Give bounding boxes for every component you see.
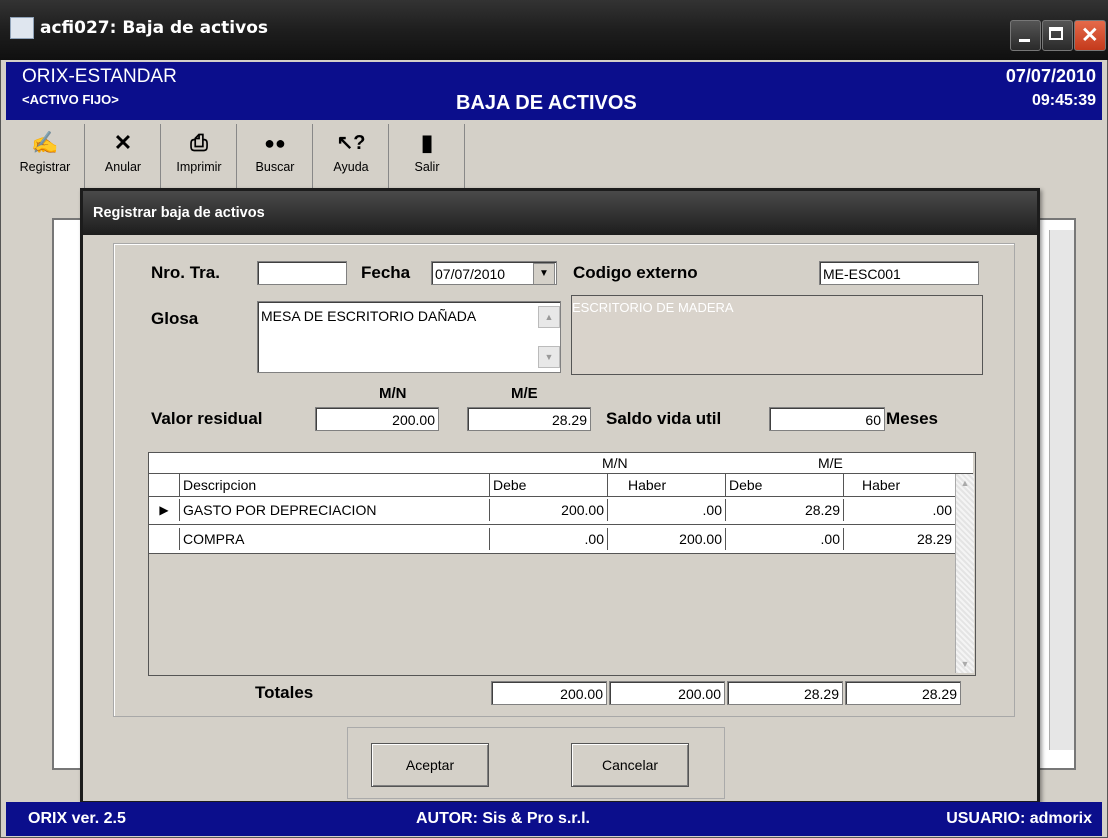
x-icon: ✕ <box>113 130 133 155</box>
author-text: AUTOR: Sis & Pro s.r.l. <box>416 810 590 827</box>
column-header-me-debe[interactable]: Debe <box>725 474 843 496</box>
header-time: 09:45:39 <box>1031 92 1096 109</box>
module-name: <ACTIVO FIJO> <box>22 92 119 107</box>
help-icon: ↖? <box>336 132 366 154</box>
group-header-mn: M/N <box>602 455 628 471</box>
toolbar-button-imprimir[interactable]: ⎙ Imprimir <box>162 124 237 188</box>
column-header-me-haber[interactable]: Haber <box>843 474 955 496</box>
asset-description: ESCRITORIO DE MADERA <box>572 300 734 315</box>
cell-mn-haber[interactable]: 200.00 <box>607 528 725 550</box>
asset-description-box: ESCRITORIO DE MADERA <box>571 295 983 375</box>
scroll-down-icon[interactable]: ▼ <box>538 346 560 368</box>
toolbar-label: Registrar <box>19 160 71 174</box>
close-button[interactable]: ✕ <box>1074 20 1106 51</box>
row-selector-arrow-icon: ▶ <box>159 503 169 517</box>
cell-me-debe[interactable]: 28.29 <box>725 499 843 521</box>
totales-label: Totales <box>255 683 314 702</box>
cell-mn-haber[interactable]: .00 <box>607 499 725 521</box>
dialog-title: Registrar baja de activos <box>93 205 265 221</box>
toolbar-button-buscar[interactable]: ●● Buscar <box>238 124 313 188</box>
toolbar-button-anular[interactable]: ✕ Anular <box>86 124 161 188</box>
maximize-button[interactable] <box>1042 20 1073 51</box>
user-text: USUARIO: admorix <box>946 810 1092 827</box>
valor-residual-label: Valor residual <box>151 409 263 428</box>
valor-residual-mn-field[interactable]: 200.00 <box>315 407 439 431</box>
column-header-descripcion[interactable]: Descripcion <box>179 474 489 496</box>
aceptar-button[interactable]: Aceptar <box>371 743 489 787</box>
cell-me-debe[interactable]: .00 <box>725 528 843 550</box>
glosa-label: Glosa <box>151 309 199 328</box>
nro-tra-field[interactable] <box>257 261 347 285</box>
glosa-textarea[interactable]: MESA DE ESCRITORIO DAÑADA ▲ ▼ <box>257 301 561 373</box>
toolbar-label: Imprimir <box>176 160 222 174</box>
toolbar-button-ayuda[interactable]: ↖? Ayuda <box>314 124 389 188</box>
fecha-dropdown[interactable]: 07/07/2010 ▼ <box>431 261 557 285</box>
minimize-button[interactable] <box>1010 20 1041 51</box>
header-date: 07/07/2010 <box>1005 66 1096 86</box>
dialog-titlebar[interactable]: Registrar baja de activos <box>83 191 1037 235</box>
glosa-scrollbar[interactable]: ▲ ▼ <box>538 306 560 368</box>
toolbar-label: Anular <box>104 160 142 174</box>
status-bar: ORIX ver. 2.5 AUTOR: Sis & Pro s.r.l. US… <box>6 802 1102 836</box>
codigo-externo-field[interactable]: ME-ESC001 <box>819 261 979 285</box>
app-name: ORIX-ESTANDAR <box>22 66 177 87</box>
glosa-value: MESA DE ESCRITORIO DAÑADA <box>261 308 477 324</box>
cell-me-haber[interactable]: 28.29 <box>843 528 955 550</box>
toolbar-button-registrar[interactable]: ✍ Registrar <box>6 124 85 188</box>
meses-label: Meses <box>886 409 938 428</box>
total-me-haber: 28.29 <box>845 681 961 705</box>
total-mn-haber: 200.00 <box>609 681 725 705</box>
binoculars-icon: ●● <box>264 133 286 153</box>
toolbar-label: Ayuda <box>333 160 369 174</box>
saldo-vida-util-field[interactable]: 60 <box>769 407 885 431</box>
valor-residual-me-field[interactable]: 28.29 <box>467 407 591 431</box>
toolbar-button-salir[interactable]: ▮ Salir <box>390 124 465 188</box>
toolbar-label: Salir <box>414 160 440 174</box>
version-text: ORIX ver. 2.5 <box>28 810 126 827</box>
toolbar-label: Buscar <box>255 160 295 174</box>
background-list-scrollbar[interactable] <box>1049 230 1074 750</box>
pen-icon: ✍ <box>31 130 59 155</box>
window-titlebar[interactable]: acfi027: Baja de activos ✕ <box>0 0 1108 60</box>
app-icon <box>10 17 34 39</box>
cell-descripcion[interactable]: GASTO POR DEPRECIACION <box>179 499 489 521</box>
exit-door-icon: ▮ <box>420 130 434 155</box>
scroll-up-icon[interactable]: ▲ <box>956 474 974 492</box>
cancelar-button[interactable]: Cancelar <box>571 743 689 787</box>
cell-mn-debe[interactable]: 200.00 <box>489 499 607 521</box>
grid-group-header-row <box>149 453 973 474</box>
total-me-debe: 28.29 <box>727 681 843 705</box>
column-header-mn-haber[interactable]: Haber <box>607 474 725 496</box>
close-icon: ✕ <box>1081 24 1099 47</box>
scroll-down-icon[interactable]: ▼ <box>956 655 974 673</box>
codigo-externo-label: Codigo externo <box>573 263 698 282</box>
accounting-grid: M/N M/E Descripcion Debe Haber Debe Habe… <box>148 452 976 676</box>
fecha-label: Fecha <box>361 263 411 282</box>
minimize-icon <box>1019 39 1030 42</box>
scroll-up-icon[interactable]: ▲ <box>538 306 560 328</box>
total-mn-debe: 200.00 <box>491 681 607 705</box>
saldo-vida-util-label: Saldo vida util <box>606 409 722 428</box>
cell-me-haber[interactable]: .00 <box>843 499 955 521</box>
mn-header-label: M/N <box>379 385 407 402</box>
column-header-mn-debe[interactable]: Debe <box>489 474 607 496</box>
chevron-down-icon[interactable]: ▼ <box>533 263 555 284</box>
group-header-me: M/E <box>818 455 843 471</box>
window-title: acfi027: Baja de activos <box>40 18 268 38</box>
cell-mn-debe[interactable]: .00 <box>489 528 607 550</box>
me-header-label: M/E <box>511 385 538 402</box>
cell-descripcion[interactable]: COMPRA <box>179 528 489 550</box>
app-header: ORIX-ESTANDAR <ACTIVO FIJO> BAJA DE ACTI… <box>6 62 1102 120</box>
grid-scrollbar[interactable]: ▲ ▼ <box>955 474 974 673</box>
nro-tra-label: Nro. Tra. <box>151 263 220 282</box>
maximize-icon <box>1049 27 1063 40</box>
screen-title: BAJA DE ACTIVOS <box>456 92 637 114</box>
printer-icon: ⎙ <box>190 130 208 155</box>
table-row[interactable]: ▶ GASTO POR DEPRECIACION 200.00 .00 28.2… <box>149 497 955 525</box>
table-row[interactable]: COMPRA .00 200.00 .00 28.29 <box>149 525 955 554</box>
fecha-value: 07/07/2010 <box>435 266 506 282</box>
